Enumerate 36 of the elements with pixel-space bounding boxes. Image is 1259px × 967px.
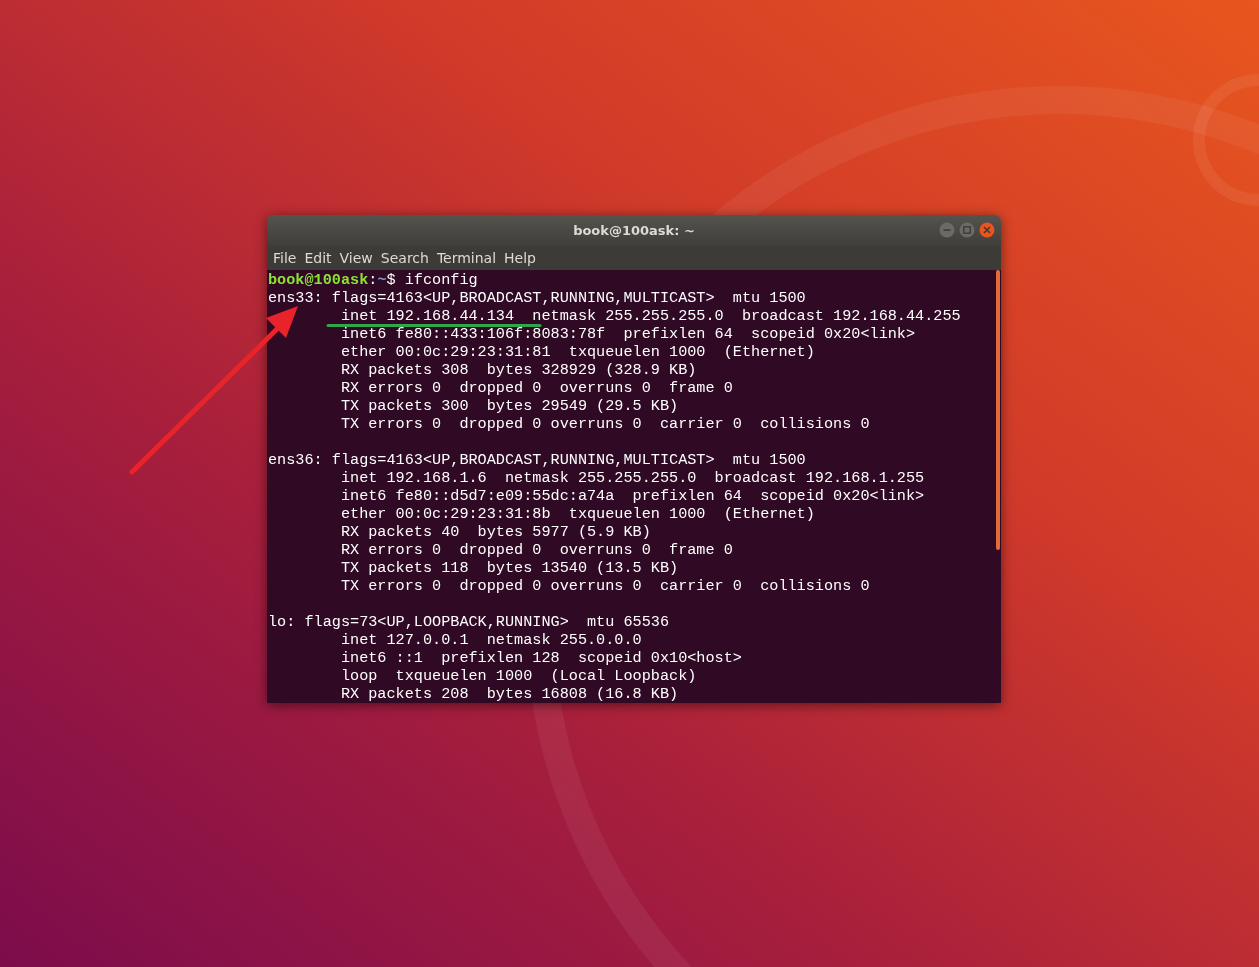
close-icon[interactable] — [979, 222, 995, 238]
terminal-line: RX packets 308 bytes 328929 (328.9 KB) — [339, 363, 697, 377]
prompt-separator: : — [368, 271, 378, 289]
terminal-line: inet6 fe80::d5d7:e09:55dc:a74a prefixlen 64 scopeid 0x20<link> — [339, 489, 925, 503]
menu-item[interactable]: View — [335, 250, 377, 266]
terminal-line: RX packets 40 bytes 5977 (5.9 KB) — [339, 525, 651, 539]
prompt-user: book@100ask — [268, 271, 369, 289]
terminal-line: lo: flags=73<UP,LOOPBACK,RUNNING> mtu 65536 — [268, 615, 669, 629]
menu-item[interactable]: Search — [376, 250, 433, 266]
menu-item[interactable]: Edit — [300, 250, 336, 266]
terminal-line: ens36: flags=4163<UP,BROADCAST,RUNNING,MULTICAST> mtu 1500 — [268, 453, 806, 467]
window-title: book@100ask: ~ — [573, 223, 695, 238]
terminal-line: inet6 ::1 prefixlen 128 scopeid 0x10<host> — [339, 651, 742, 665]
menu-item[interactable]: Terminal — [432, 250, 501, 266]
terminal-line: ens33: flags=4163<UP,BROADCAST,RUNNING,MULTICAST> mtu 1500 — [268, 291, 806, 305]
prompt-command: $ ifconfig — [386, 271, 478, 289]
terminal-line: RX packets 208 bytes 16808 (16.8 KB) — [339, 687, 679, 701]
terminal-line: inet 192.168.44.134 netmask 255.255.255.0 broadcast 192.168.44.255 — [339, 309, 961, 323]
terminal-line: TX packets 118 bytes 13540 (13.5 KB) — [339, 561, 679, 575]
maximize-icon[interactable] — [959, 222, 975, 238]
menu-item[interactable]: File — [269, 250, 301, 266]
scrollbar-thumb[interactable] — [996, 270, 1000, 550]
terminal-line: TX errors 0 dropped 0 overruns 0 carrier 0 collisions 0 — [339, 417, 870, 431]
terminal-line: inet 192.168.1.6 netmask 255.255.255.0 broadcast 192.168.1.255 — [339, 471, 925, 485]
minimize-icon[interactable] — [939, 222, 955, 238]
terminal-line: ether 00:0c:29:23:31:81 txqueuelen 1000 (Ethernet) — [339, 345, 815, 359]
terminal-line: inet 127.0.0.1 netmask 255.0.0.0 — [339, 633, 642, 647]
terminal-line: loop txqueuelen 1000 (Local Loopback) — [339, 669, 697, 683]
terminal-line: TX errors 0 dropped 0 overruns 0 carrier 0 collisions 0 — [339, 579, 870, 593]
terminal-line: TX packets 300 bytes 29549 (29.5 KB) — [339, 399, 679, 413]
terminal-line: inet6 fe80::433:106f:8083:78f prefixlen 64 scopeid 0x20<link> — [339, 327, 916, 341]
terminal-line: RX errors 0 dropped 0 overruns 0 frame 0 — [339, 381, 733, 395]
terminal-line: ether 00:0c:29:23:31:8b txqueuelen 1000 (Ethernet) — [339, 507, 815, 521]
terminal-line: RX errors 0 dropped 0 overruns 0 frame 0 — [339, 543, 733, 557]
prompt-path: ~ — [377, 271, 387, 289]
menu-item[interactable]: Help — [500, 250, 540, 266]
